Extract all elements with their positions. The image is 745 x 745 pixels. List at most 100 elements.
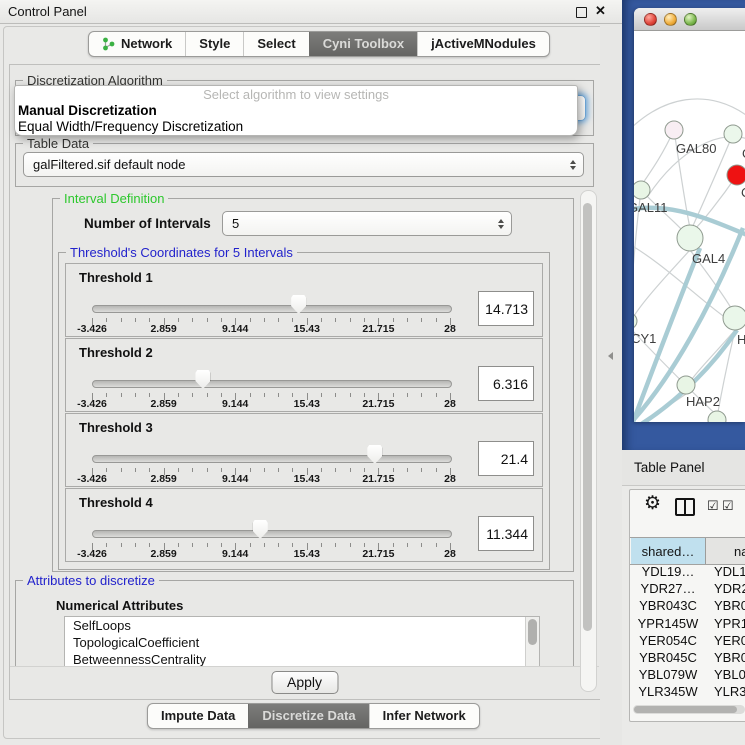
tab-label: Discretize Data [262, 704, 355, 728]
node-table: ⚙ ☑ ☑ shared… na YDL19… YDL1 YDR27… YDR2 YBR… [629, 489, 745, 722]
tick-label: 9.144 [222, 473, 248, 485]
cell-shared-name[interactable]: YBR045C [631, 650, 705, 665]
tab-impute-data[interactable]: Impute Data [148, 704, 248, 728]
close-traffic-light-icon[interactable] [644, 13, 657, 26]
network-node-ga[interactable] [724, 125, 742, 143]
table-data-combo[interactable]: galFiltered.sif default node [23, 152, 584, 177]
table-row[interactable]: YDR27… YDR2 [630, 581, 745, 598]
tab-label: Style [199, 32, 230, 56]
tick [278, 393, 279, 397]
checkbox-checked-icon[interactable]: ☑ [722, 498, 734, 514]
threshold-value-field[interactable]: 6.316 [478, 366, 534, 401]
network-node-gal4[interactable] [677, 225, 703, 251]
threshold-value-field[interactable]: 14.713 [478, 291, 534, 326]
control-panel-titlebar: Control Panel ✕ [0, 0, 622, 24]
tab-cyni-toolbox[interactable]: Cyni Toolbox [309, 32, 417, 56]
cell-shared-name[interactable]: YLR345W [631, 684, 705, 699]
popup-option-manual-discretization[interactable]: Manual Discretization [15, 103, 577, 119]
cell-shared-name[interactable]: YIL052C [631, 702, 705, 704]
cell-shared-name[interactable]: YBR043C [631, 598, 705, 613]
popup-option-equal-width-frequency-discretization[interactable]: Equal Width/Frequency Discretization [15, 119, 577, 135]
network-node[interactable] [708, 411, 726, 422]
slider-track[interactable] [92, 530, 452, 538]
slider-track[interactable] [92, 305, 452, 313]
table-row[interactable]: YER054C YER0 [630, 633, 745, 650]
cell-shared-name[interactable]: YBL079W [631, 667, 705, 682]
cell-name[interactable]: YBR0 [714, 598, 745, 613]
cell-name[interactable]: YER0 [714, 633, 745, 648]
columns-icon[interactable] [675, 498, 695, 516]
number-of-intervals-combo[interactable]: 5 [222, 211, 512, 236]
cell-name[interactable]: YBL0 [714, 667, 745, 682]
cell-shared-name[interactable]: YER054C [631, 633, 705, 648]
panel-splitter[interactable] [600, 24, 622, 745]
cell-name[interactable]: YDR2 [714, 581, 745, 596]
network-node-gal11[interactable] [634, 181, 650, 199]
zoom-traffic-light-icon[interactable] [684, 13, 697, 26]
cell-name[interactable]: YDL1 [714, 564, 745, 579]
tab-select[interactable]: Select [243, 32, 308, 56]
cell-shared-name[interactable]: YPR145W [631, 616, 705, 631]
column-header-name[interactable]: na [706, 538, 745, 564]
apply-button[interactable]: Apply [271, 671, 338, 694]
attribute-item-selfloops[interactable]: SelfLoops [65, 617, 539, 634]
tick-label: 21.715 [362, 398, 394, 410]
checkbox-checked-icon[interactable]: ☑ [707, 498, 719, 514]
number-of-intervals-label: Number of Intervals [84, 216, 211, 231]
node-label: GCY1 [634, 331, 656, 346]
minimize-traffic-light-icon[interactable] [664, 13, 677, 26]
tab-discretize-data[interactable]: Discretize Data [248, 704, 368, 728]
network-canvas[interactable]: GAL80GACGAL11GAL4GCY1HHAP2 [634, 30, 745, 422]
network-window-titlebar[interactable] [634, 8, 745, 31]
cell-name[interactable]: YPR1 [714, 616, 745, 631]
threshold-value-field[interactable]: 21.4 [478, 441, 534, 476]
tab-jactivemnodules[interactable]: jActiveMNodules [417, 32, 549, 56]
table-row[interactable]: YBL079W YBL0 [630, 667, 745, 684]
tick [321, 468, 322, 472]
list-scrollbar-thumb[interactable] [528, 619, 537, 645]
table-data-title: Table Data [23, 136, 93, 151]
cell-name[interactable]: YBR0 [714, 650, 745, 665]
tab-network[interactable]: Network [89, 32, 185, 56]
list-scrollbar[interactable] [525, 617, 539, 667]
slider-track[interactable] [92, 380, 452, 388]
table-hscrollbar-thumb[interactable] [634, 706, 737, 713]
numerical-attributes-list[interactable]: SelfLoopsTopologicalCoefficientBetweenne… [64, 616, 540, 668]
threshold-value-field[interactable]: 11.344 [478, 516, 534, 551]
network-node-h[interactable] [723, 306, 745, 330]
cell-name[interactable]: YIL0 [714, 702, 741, 704]
tab-style[interactable]: Style [185, 32, 243, 56]
table-rows: YDL19…YDL1YDR27…YDR2YBR043CYBR0YPR145WYP… [630, 564, 745, 703]
tick [393, 468, 394, 472]
network-node-gal80[interactable] [665, 121, 683, 139]
table-row[interactable]: YPR145W YPR1 [630, 616, 745, 633]
cell-shared-name[interactable]: YDL19… [631, 564, 705, 579]
attribute-item-topologicalcoefficient[interactable]: TopologicalCoefficient [65, 634, 539, 651]
tick [121, 468, 122, 472]
table-row[interactable]: YLR345W YLR3 [630, 684, 745, 701]
panel-scrollbar[interactable] [580, 190, 597, 692]
cell-name[interactable]: YLR3 [714, 684, 745, 699]
slider-track[interactable] [92, 455, 452, 463]
table-hscrollbar[interactable] [633, 705, 745, 714]
tick [149, 318, 150, 322]
threshold-label: Threshold 4 [79, 495, 153, 510]
tick [421, 393, 422, 397]
tab-infer-network[interactable]: Infer Network [369, 704, 479, 728]
table-row[interactable]: YDL19… YDL1 [630, 564, 745, 581]
table-row[interactable]: YBR043C YBR0 [630, 598, 745, 615]
table-row[interactable]: YBR045C YBR0 [630, 650, 745, 667]
splitter-handle-icon[interactable] [608, 352, 613, 360]
gear-icon[interactable]: ⚙ [644, 493, 661, 515]
close-icon[interactable]: ✕ [595, 3, 606, 19]
column-header-shared-name[interactable]: shared… [631, 538, 706, 564]
cell-shared-name[interactable]: YDR27… [631, 581, 705, 596]
network-node-gcy1[interactable] [634, 313, 637, 329]
table-row[interactable]: YIL052C YIL0 [630, 702, 745, 704]
panel-scrollbar-thumb[interactable] [583, 203, 592, 631]
float-window-icon[interactable] [576, 7, 587, 18]
tick [250, 393, 251, 397]
network-node-c[interactable] [727, 165, 745, 185]
network-node-hap2[interactable] [677, 376, 695, 394]
tick [221, 468, 222, 472]
